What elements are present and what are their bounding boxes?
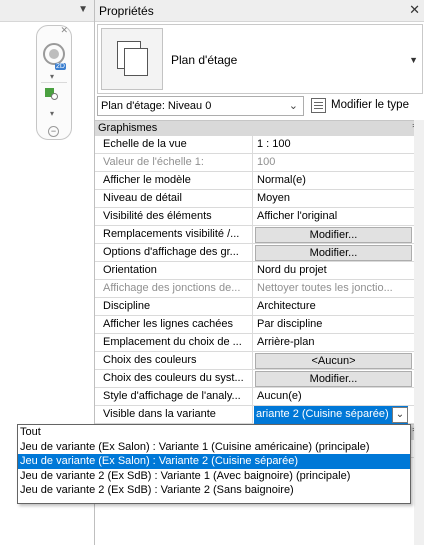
floor-plan-icon [101,28,163,90]
chevron-down-icon[interactable]: ▾ [50,72,54,81]
property-row[interactable]: Style d'affichage de l'analy... Aucun(e) [95,388,424,406]
close-icon[interactable]: ✕ [409,2,420,18]
group-header-label: Graphismes [98,122,158,134]
property-name: Orientation [100,262,253,280]
property-row[interactable]: Valeur de l'échelle 1: 100 [95,154,424,172]
property-name: Afficher le modèle [100,172,253,190]
property-value[interactable]: Architecture [254,298,414,316]
property-name: Style d'affichage de l'analy... [100,388,253,406]
chevron-down-icon[interactable]: ⌄ [392,407,408,423]
group-header[interactable]: Graphismes≈ [95,120,424,136]
property-name: Afficher les lignes cachées [100,316,253,334]
property-grid: Graphismes≈Echelle de la vue1 : 100Valeu… [95,120,424,458]
chevron-down-icon[interactable]: ▾ [50,109,54,118]
property-name: Affichage des jonctions de... [100,280,253,298]
property-name: Emplacement du choix de ... [100,334,253,352]
property-name: Choix des couleurs [100,352,253,370]
palette-title: Propriétés [99,4,154,18]
variant-dropdown-list[interactable]: Tout Jeu de variante (Ex Salon) : Variant… [17,424,411,504]
property-row[interactable]: Niveau de détail Moyen [95,190,424,208]
close-icon[interactable]: ✕ [60,25,68,36]
instance-filter-select[interactable]: Plan d'étage: Niveau 0 ⌄ [97,96,304,116]
dropdown-arrow-icon[interactable]: ▼ [409,55,418,65]
property-row[interactable]: Echelle de la vue 1 : 100 [95,136,424,154]
property-row[interactable]: Emplacement du choix de ... Arrière-plan [95,334,424,352]
property-value-select[interactable]: ariante 2 (Cuisine séparée) [254,406,408,424]
navigation-bar: ✕ 2D ▾ ▾ − [36,25,72,140]
property-edit-button[interactable]: Modifier... [255,371,412,387]
dropdown-option[interactable]: Tout [18,425,410,440]
steering-wheel-icon[interactable] [43,43,65,65]
property-row[interactable]: Remplacements visibilité /... Modifier... [95,226,424,244]
2d-badge: 2D [55,63,66,70]
property-edit-button[interactable]: Modifier... [255,245,412,261]
property-value[interactable]: Aucun(e) [254,388,414,406]
property-value: Nettoyer toutes les jonctio... [257,282,393,294]
property-edit-button[interactable]: Modifier... [255,227,412,243]
property-row[interactable]: Afficher le modèle Normal(e) [95,172,424,190]
property-row[interactable]: Orientation Nord du projet [95,262,424,280]
dropdown-option[interactable]: Jeu de variante (Ex Salon) : Variante 1 … [18,440,410,455]
chevron-down-icon[interactable]: ⌄ [289,99,298,112]
dropdown-option[interactable]: Jeu de variante (Ex Salon) : Variante 2 … [18,454,410,469]
edit-type-label: Modifier le type [331,99,409,111]
property-row[interactable]: Visible dans la variante ariante 2 (Cuisi… [95,406,424,424]
property-name: Niveau de détail [100,190,253,208]
property-row[interactable]: Discipline Architecture [95,298,424,316]
property-name: Visible dans la variante [100,406,253,424]
property-edit-button[interactable]: <Aucun> [255,353,412,369]
property-value[interactable]: Moyen [254,190,414,208]
property-value[interactable]: Normal(e) [254,172,414,190]
left-pane-header: ▼ [0,0,94,22]
property-name: Discipline [100,298,253,316]
property-value[interactable]: 1 : 100 [254,136,414,154]
property-value: 100 [257,156,276,168]
property-value[interactable]: Afficher l'original [254,208,414,226]
minimize-icon[interactable]: − [48,126,59,137]
property-row[interactable]: Afficher les lignes cachées Par disciplin… [95,316,424,334]
divider [41,82,67,83]
property-row[interactable]: Affichage des jonctions de... Nettoyer to… [95,280,424,298]
dropdown-option[interactable]: Jeu de variante 2 (Ex SdB) : Variante 2 … [18,483,410,498]
instance-filter-value: Plan d'étage: Niveau 0 [101,100,212,112]
palette-title-bar: Propriétés ✕ [95,0,424,22]
property-value[interactable]: Arrière-plan [254,334,414,352]
property-name: Echelle de la vue [100,136,253,154]
property-name: Visibilité des éléments [100,208,253,226]
property-value[interactable]: Par discipline [254,316,414,334]
property-name: Choix des couleurs du syst... [100,370,253,388]
property-row[interactable]: Options d'affichage des gr... Modifier... [95,244,424,262]
zoom-region-icon[interactable] [45,88,61,102]
property-name: Valeur de l'échelle 1: [100,154,253,172]
type-name: Plan d'étage [171,53,238,67]
dropdown-option[interactable]: Jeu de variante 2 (Ex SdB) : Variante 1 … [18,469,410,484]
type-selector[interactable]: Plan d'étage ▼ [97,24,423,94]
property-row[interactable]: Visibilité des éléments Afficher l'origin… [95,208,424,226]
scrollbar[interactable] [414,120,424,545]
property-name: Remplacements visibilité /... [100,226,253,244]
dropdown-arrow-icon[interactable]: ▼ [78,4,88,15]
edit-type-icon [311,98,326,113]
property-row[interactable]: Choix des couleurs du syst... Modifier... [95,370,424,388]
property-row[interactable]: Choix des couleurs <Aucun> [95,352,424,370]
edit-type-button[interactable]: Modifier le type [311,96,424,116]
property-name: Options d'affichage des gr... [100,244,253,262]
property-value[interactable]: Nord du projet [254,262,414,280]
